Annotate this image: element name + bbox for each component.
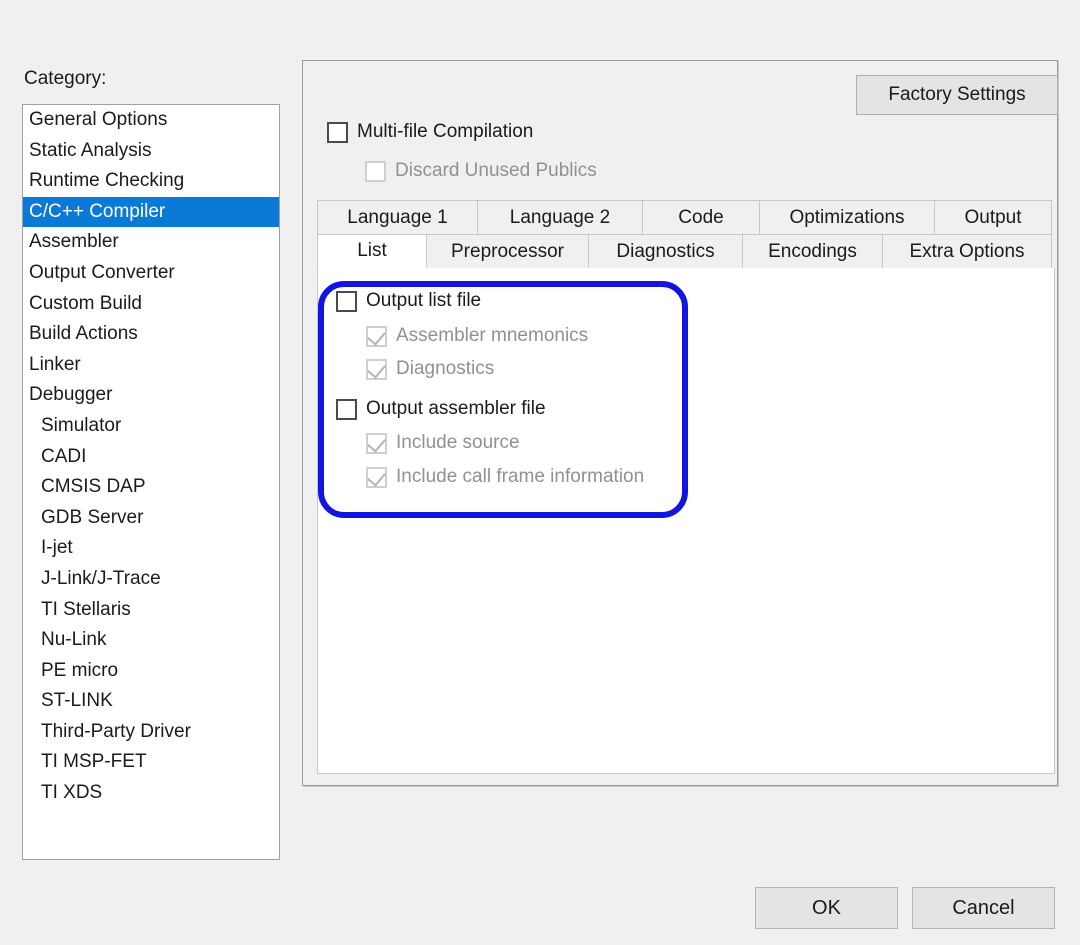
output-assembler-file-checkbox-row[interactable]: Output assembler file xyxy=(336,398,546,420)
category-item-cadi[interactable]: CADI xyxy=(23,442,279,473)
assembler-mnemonics-checkbox xyxy=(366,325,387,347)
multi-file-compilation-checkbox-row[interactable]: Multi-file Compilation xyxy=(327,121,533,143)
tab-preprocessor[interactable]: Preprocessor xyxy=(426,234,589,268)
tab-code[interactable]: Code xyxy=(642,200,760,234)
diagnostics-checkbox-row: Diagnostics xyxy=(366,358,494,380)
assembler-mnemonics-checkbox-row: Assembler mnemonics xyxy=(366,325,588,347)
category-item-custom-build[interactable]: Custom Build xyxy=(23,289,279,320)
include-source-label: Include source xyxy=(396,432,520,453)
tab-extra-options[interactable]: Extra Options xyxy=(882,234,1052,268)
tab-diagnostics[interactable]: Diagnostics xyxy=(588,234,743,268)
include-call-frame-information-checkbox xyxy=(366,466,387,488)
include-source-checkbox-row: Include source xyxy=(366,432,520,454)
category-item-linker[interactable]: Linker xyxy=(23,350,279,381)
check-icon xyxy=(367,466,386,487)
output-list-file-checkbox[interactable] xyxy=(336,290,357,312)
check-icon xyxy=(367,325,386,346)
tab-row-primary: Language 1 Language 2 Code Optimizations Out… xyxy=(317,200,1055,234)
tab-output[interactable]: Output xyxy=(934,200,1052,234)
category-item-gdb-server[interactable]: GDB Server xyxy=(23,503,279,534)
tab-list[interactable]: List xyxy=(317,234,427,268)
factory-settings-button[interactable]: Factory Settings xyxy=(856,75,1058,115)
category-item-cmsis-dap[interactable]: CMSIS DAP xyxy=(23,472,279,503)
tab-row-secondary: List Preprocessor Diagnostics Encodings Extr… xyxy=(317,234,1055,268)
discard-unused-publics-checkbox-row: Discard Unused Publics xyxy=(365,160,597,182)
check-icon xyxy=(367,358,386,379)
include-source-checkbox xyxy=(366,432,387,454)
tab-language-2[interactable]: Language 2 xyxy=(477,200,643,234)
category-item-debugger[interactable]: Debugger xyxy=(23,380,279,411)
category-item-c-c-compiler[interactable]: C/C++ Compiler xyxy=(23,196,279,228)
category-item-third-party-driver[interactable]: Third-Party Driver xyxy=(23,717,279,748)
category-item-output-converter[interactable]: Output Converter xyxy=(23,258,279,289)
category-item-build-actions[interactable]: Build Actions xyxy=(23,319,279,350)
category-label: Category: xyxy=(24,68,107,89)
category-item-simulator[interactable]: Simulator xyxy=(23,411,279,442)
category-item-general-options[interactable]: General Options xyxy=(23,105,279,136)
category-item-nu-link[interactable]: Nu-Link xyxy=(23,625,279,656)
tab-language-1[interactable]: Language 1 xyxy=(317,200,478,234)
tab-optimizations[interactable]: Optimizations xyxy=(759,200,935,234)
category-item-j-link-j-trace[interactable]: J-Link/J-Trace xyxy=(23,564,279,595)
tab-encodings[interactable]: Encodings xyxy=(742,234,883,268)
category-item-ti-msp-fet[interactable]: TI MSP-FET xyxy=(23,747,279,778)
category-item-static-analysis[interactable]: Static Analysis xyxy=(23,136,279,167)
multi-file-compilation-checkbox[interactable] xyxy=(327,121,348,143)
category-item-i-jet[interactable]: I-jet xyxy=(23,533,279,564)
multi-file-compilation-label: Multi-file Compilation xyxy=(357,121,534,142)
list-tab-page: Output list file Assembler mnemonics Diagn… xyxy=(317,268,1055,774)
discard-unused-publics-label: Discard Unused Publics xyxy=(395,160,597,181)
cancel-button[interactable]: Cancel xyxy=(912,887,1055,929)
category-item-ti-xds[interactable]: TI XDS xyxy=(23,778,279,809)
category-item-assembler[interactable]: Assembler xyxy=(23,227,279,258)
include-call-frame-information-label: Include call frame information xyxy=(396,466,645,487)
category-listbox[interactable]: General Options Static Analysis Runtime Ch… xyxy=(22,104,280,860)
output-assembler-file-label: Output assembler file xyxy=(366,398,546,419)
ok-button[interactable]: OK xyxy=(755,887,898,929)
output-list-file-checkbox-row[interactable]: Output list file xyxy=(336,290,481,312)
diagnostics-checkbox xyxy=(366,358,387,380)
assembler-mnemonics-label: Assembler mnemonics xyxy=(396,325,589,346)
options-panel: Factory Settings Multi-file Compilation … xyxy=(302,60,1058,786)
output-list-file-label: Output list file xyxy=(366,290,482,311)
include-call-frame-information-checkbox-row: Include call frame information xyxy=(366,466,644,488)
output-assembler-file-checkbox[interactable] xyxy=(336,398,357,420)
category-item-pe-micro[interactable]: PE micro xyxy=(23,656,279,687)
compiler-tab-strip: Language 1 Language 2 Code Optimizations Out… xyxy=(317,200,1055,268)
check-icon xyxy=(367,432,386,453)
diagnostics-label: Diagnostics xyxy=(396,358,495,379)
category-item-st-link[interactable]: ST-LINK xyxy=(23,686,279,717)
category-item-ti-stellaris[interactable]: TI Stellaris xyxy=(23,595,279,626)
category-item-runtime-checking[interactable]: Runtime Checking xyxy=(23,166,279,197)
discard-unused-publics-checkbox xyxy=(365,160,386,182)
